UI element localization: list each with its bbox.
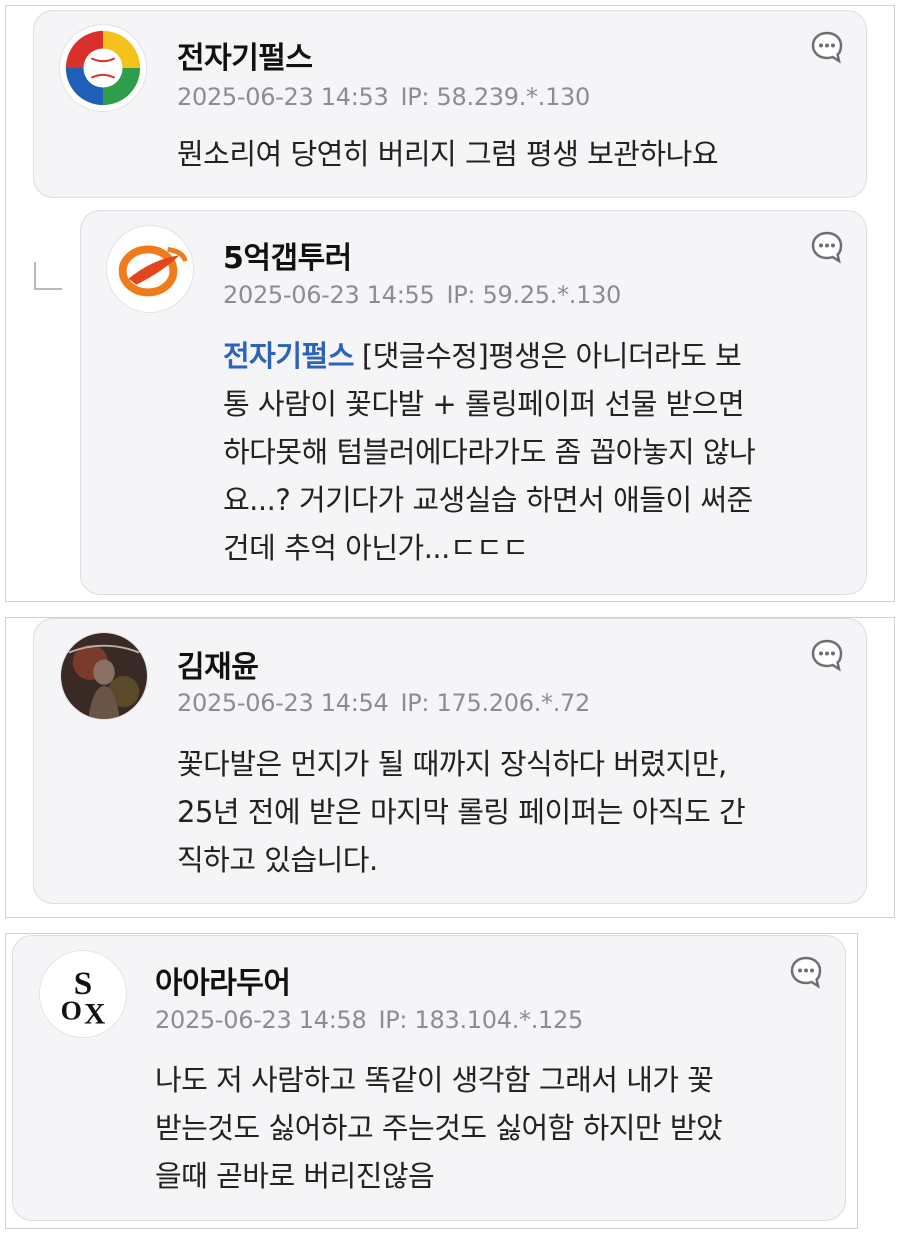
comment-date: 2025-06-23 14:55 [223,281,435,309]
mention-link[interactable]: 전자기펄스 [223,339,354,373]
comment-card: 전자기펄스 2025-06-23 14:53 IP: 58.239.*.130 뭔… [33,10,867,198]
comment-body: 뭔소리여 당연히 버리지 그럼 평생 보관하나요 [177,130,719,178]
comment-line: 25년 전에 받은 마지막 롤링 페이퍼는 아직도 간 [177,795,746,829]
comment-meta: 2025-06-23 14:55 IP: 59.25.*.130 [223,281,621,309]
comment-line: 나도 저 사람하고 똑같이 생각함 그래서 내가 꽃 [155,1063,714,1097]
svg-text:O: O [61,995,82,1025]
reply-bubble-icon[interactable] [810,638,844,672]
comment-line: 전자기펄스 [댓글수정]평생은 아니더라도 보 [223,339,742,373]
comment-meta: 2025-06-23 14:54 IP: 175.206.*.72 [177,689,590,717]
comment-author[interactable]: 아아라두어 [155,958,291,1002]
comment-author[interactable]: 전자기펄스 [177,33,313,77]
comment-line: 통 사람이 꽃다발 + 롤링페이퍼 선물 받으면 [223,387,745,421]
comment-ip: IP: 183.104.*.125 [378,1006,583,1034]
baseball-logo-icon[interactable] [59,24,147,112]
svg-text:X: X [84,998,105,1030]
comment-meta: 2025-06-23 14:58 IP: 183.104.*.125 [155,1006,583,1034]
white-sox-logo-icon[interactable]: S O X [39,950,127,1038]
comment-line: 뭔소리여 당연히 버리지 그럼 평생 보관하나요 [177,137,719,171]
comment-line: 요...? 거기다가 교생실습 하면서 애들이 써준 [223,483,753,517]
comment-line: 꽃다발은 먼지가 될 때까지 장식하다 버렸지만, [177,747,727,781]
comment-body: 전자기펄스 [댓글수정]평생은 아니더라도 보 통 사람이 꽃다발 + 롤링페이퍼… [223,332,853,572]
comment-card: S O X 아아라두어 2025-06-23 14:58 IP: 183.104.… [12,935,846,1221]
comment-ip: IP: 59.25.*.130 [446,281,622,309]
reply-indent-arrow-icon [34,262,62,290]
comment-line: 직하고 있습니다. [177,843,378,877]
comment-body: 나도 저 사람하고 똑같이 생각함 그래서 내가 꽃 받는것도 싫어하고 주는것… [155,1056,835,1200]
comment-body: 꽃다발은 먼지가 될 때까지 장식하다 버렸지만, 25년 전에 받은 마지막 … [177,740,857,884]
comment-date: 2025-06-23 14:54 [177,689,389,717]
comment-date: 2025-06-23 14:58 [155,1006,367,1034]
orange-swoosh-logo-icon[interactable] [106,225,194,313]
reply-card: 5억갭투러 2025-06-23 14:55 IP: 59.25.*.130 전자… [80,210,867,595]
comment-meta: 2025-06-23 14:53 IP: 58.239.*.130 [177,83,590,111]
comment-line: 건데 추억 아닌가...ㄷㄷㄷ [223,531,529,565]
comment-line: 받는것도 싫어하고 주는것도 싫어함 하지만 받았 [155,1111,723,1145]
comment-line: 하다못해 텀블러에다라가도 좀 꼽아놓지 않나 [223,435,756,469]
comment-date: 2025-06-23 14:53 [177,83,389,111]
comment-card: 김재윤 2025-06-23 14:54 IP: 175.206.*.72 꽃다발… [33,618,867,904]
reply-bubble-icon[interactable] [810,30,844,64]
comment-ip: IP: 175.206.*.72 [400,689,590,717]
comment-author[interactable]: 5억갭투러 [223,233,352,277]
reply-bubble-icon[interactable] [789,955,823,989]
reply-bubble-icon[interactable] [810,230,844,264]
dark-photo-avatar-icon[interactable] [60,632,148,720]
comment-line: 을때 곧바로 버리진않음 [155,1159,435,1193]
comment-ip: IP: 58.239.*.130 [400,83,590,111]
comment-author[interactable]: 김재윤 [177,642,259,686]
